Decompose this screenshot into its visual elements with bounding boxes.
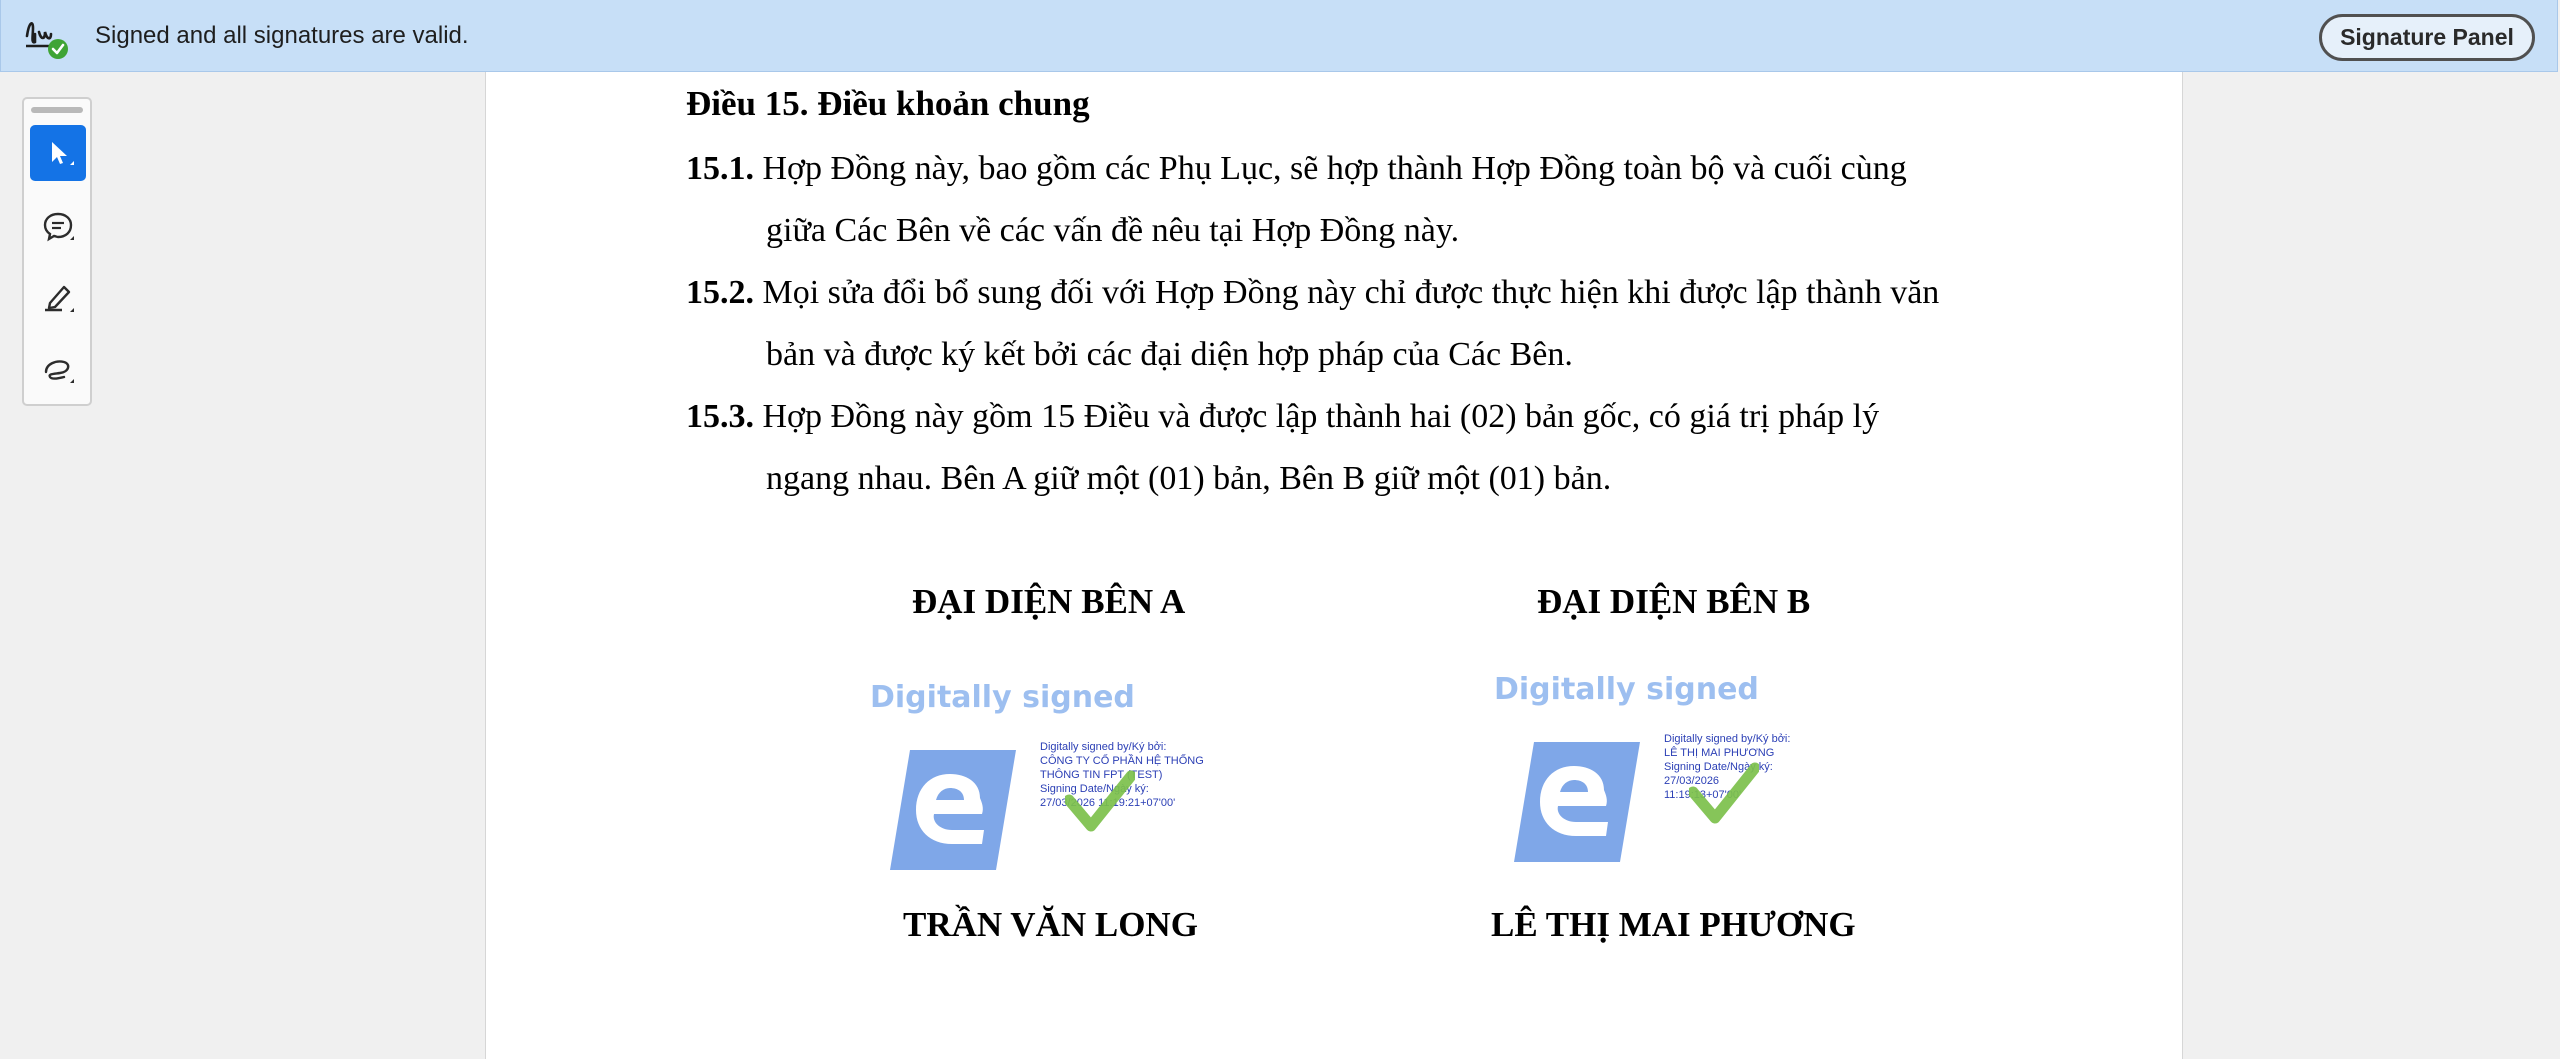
signature-panel-button[interactable]: Signature Panel (2319, 14, 2535, 61)
signature-valid-icon (25, 22, 68, 59)
party-a-digital-signature[interactable]: Digitally signed Digitally signed by/Ký … (870, 680, 1230, 890)
digitally-signed-label: Digitally signed (1494, 672, 1759, 707)
signature-status-bar: Signed and all signatures are valid. Sig… (0, 0, 2558, 72)
freehand-loop-icon (44, 360, 74, 383)
signature-detail-line: Digitally signed by/Ký bởi: (1664, 733, 1791, 745)
valid-checkmark-icon (1689, 762, 1759, 824)
clause-text-line: giữa Các Bên về các vấn đề nêu tại Hợp Đ… (766, 212, 1460, 249)
signature-detail-line: LÊ THỊ MAI PHƯƠNG (1664, 747, 1775, 759)
signature-logo-icon (890, 750, 1016, 870)
clause-15-2: 15.2. Mọi sửa đổi bổ sung đối với Hợp Đồ… (686, 262, 2044, 386)
highlight-tool-button[interactable] (30, 269, 86, 325)
party-a-signer-name: TRẦN VĂN LONG (903, 905, 1198, 944)
party-a-title: ĐẠI DIỆN BÊN A (912, 582, 1186, 621)
signature-detail-line: Digitally signed by/Ký bởi: (1040, 741, 1167, 753)
select-tool-button[interactable] (30, 125, 86, 181)
clause-text-line: bản và được ký kết bởi các đại diện hợp … (766, 336, 1573, 373)
clause-15-1: 15.1. Hợp Đồng này, bao gồm các Phụ Lục,… (686, 138, 2044, 262)
party-b-digital-signature[interactable]: Digitally signed Digitally signed by/Ký … (1494, 672, 1854, 882)
comment-bubble-icon (43, 212, 74, 242)
party-b-title: ĐẠI DIỆN BÊN B (1537, 582, 1811, 621)
clause-text-line: Hợp Đồng này, bao gồm các Phụ Lục, sẽ hợ… (762, 150, 1907, 187)
draw-tool-button[interactable] (30, 340, 86, 396)
clause-number: 15.2. (686, 274, 754, 311)
comment-tool-button[interactable] (30, 198, 86, 254)
cursor-arrow-icon (52, 142, 74, 165)
clause-text-line: Mọi sửa đổi bổ sung đối với Hợp Đồng này… (762, 274, 1940, 311)
highlighter-pen-icon (45, 285, 74, 312)
party-b-signer-name: LÊ THỊ MAI PHƯƠNG (1491, 905, 1856, 944)
signature-status-text: Signed and all signatures are valid. (95, 22, 469, 49)
valid-checkmark-icon (1065, 770, 1135, 832)
clause-number: 15.1. (686, 150, 754, 187)
clause-text-line: ngang nhau. Bên A giữ một (01) bản, Bên … (766, 460, 1612, 497)
annotation-toolbar (22, 97, 92, 406)
clause-number: 15.3. (686, 398, 754, 435)
signature-logo-icon (1514, 742, 1640, 862)
digitally-signed-label: Digitally signed (870, 680, 1135, 715)
clause-15-3: 15.3. Hợp Đồng này gồm 15 Điều và được l… (686, 386, 2044, 510)
toolbar-drag-handle[interactable] (31, 107, 83, 113)
clause-text-line: Hợp Đồng này gồm 15 Điều và được lập thà… (762, 398, 1880, 435)
section-heading: Điều 15. Điều khoản chung (686, 84, 1090, 123)
signature-detail-line: CÔNG TY CỔ PHẦN HỆ THỐNG (1040, 755, 1204, 767)
